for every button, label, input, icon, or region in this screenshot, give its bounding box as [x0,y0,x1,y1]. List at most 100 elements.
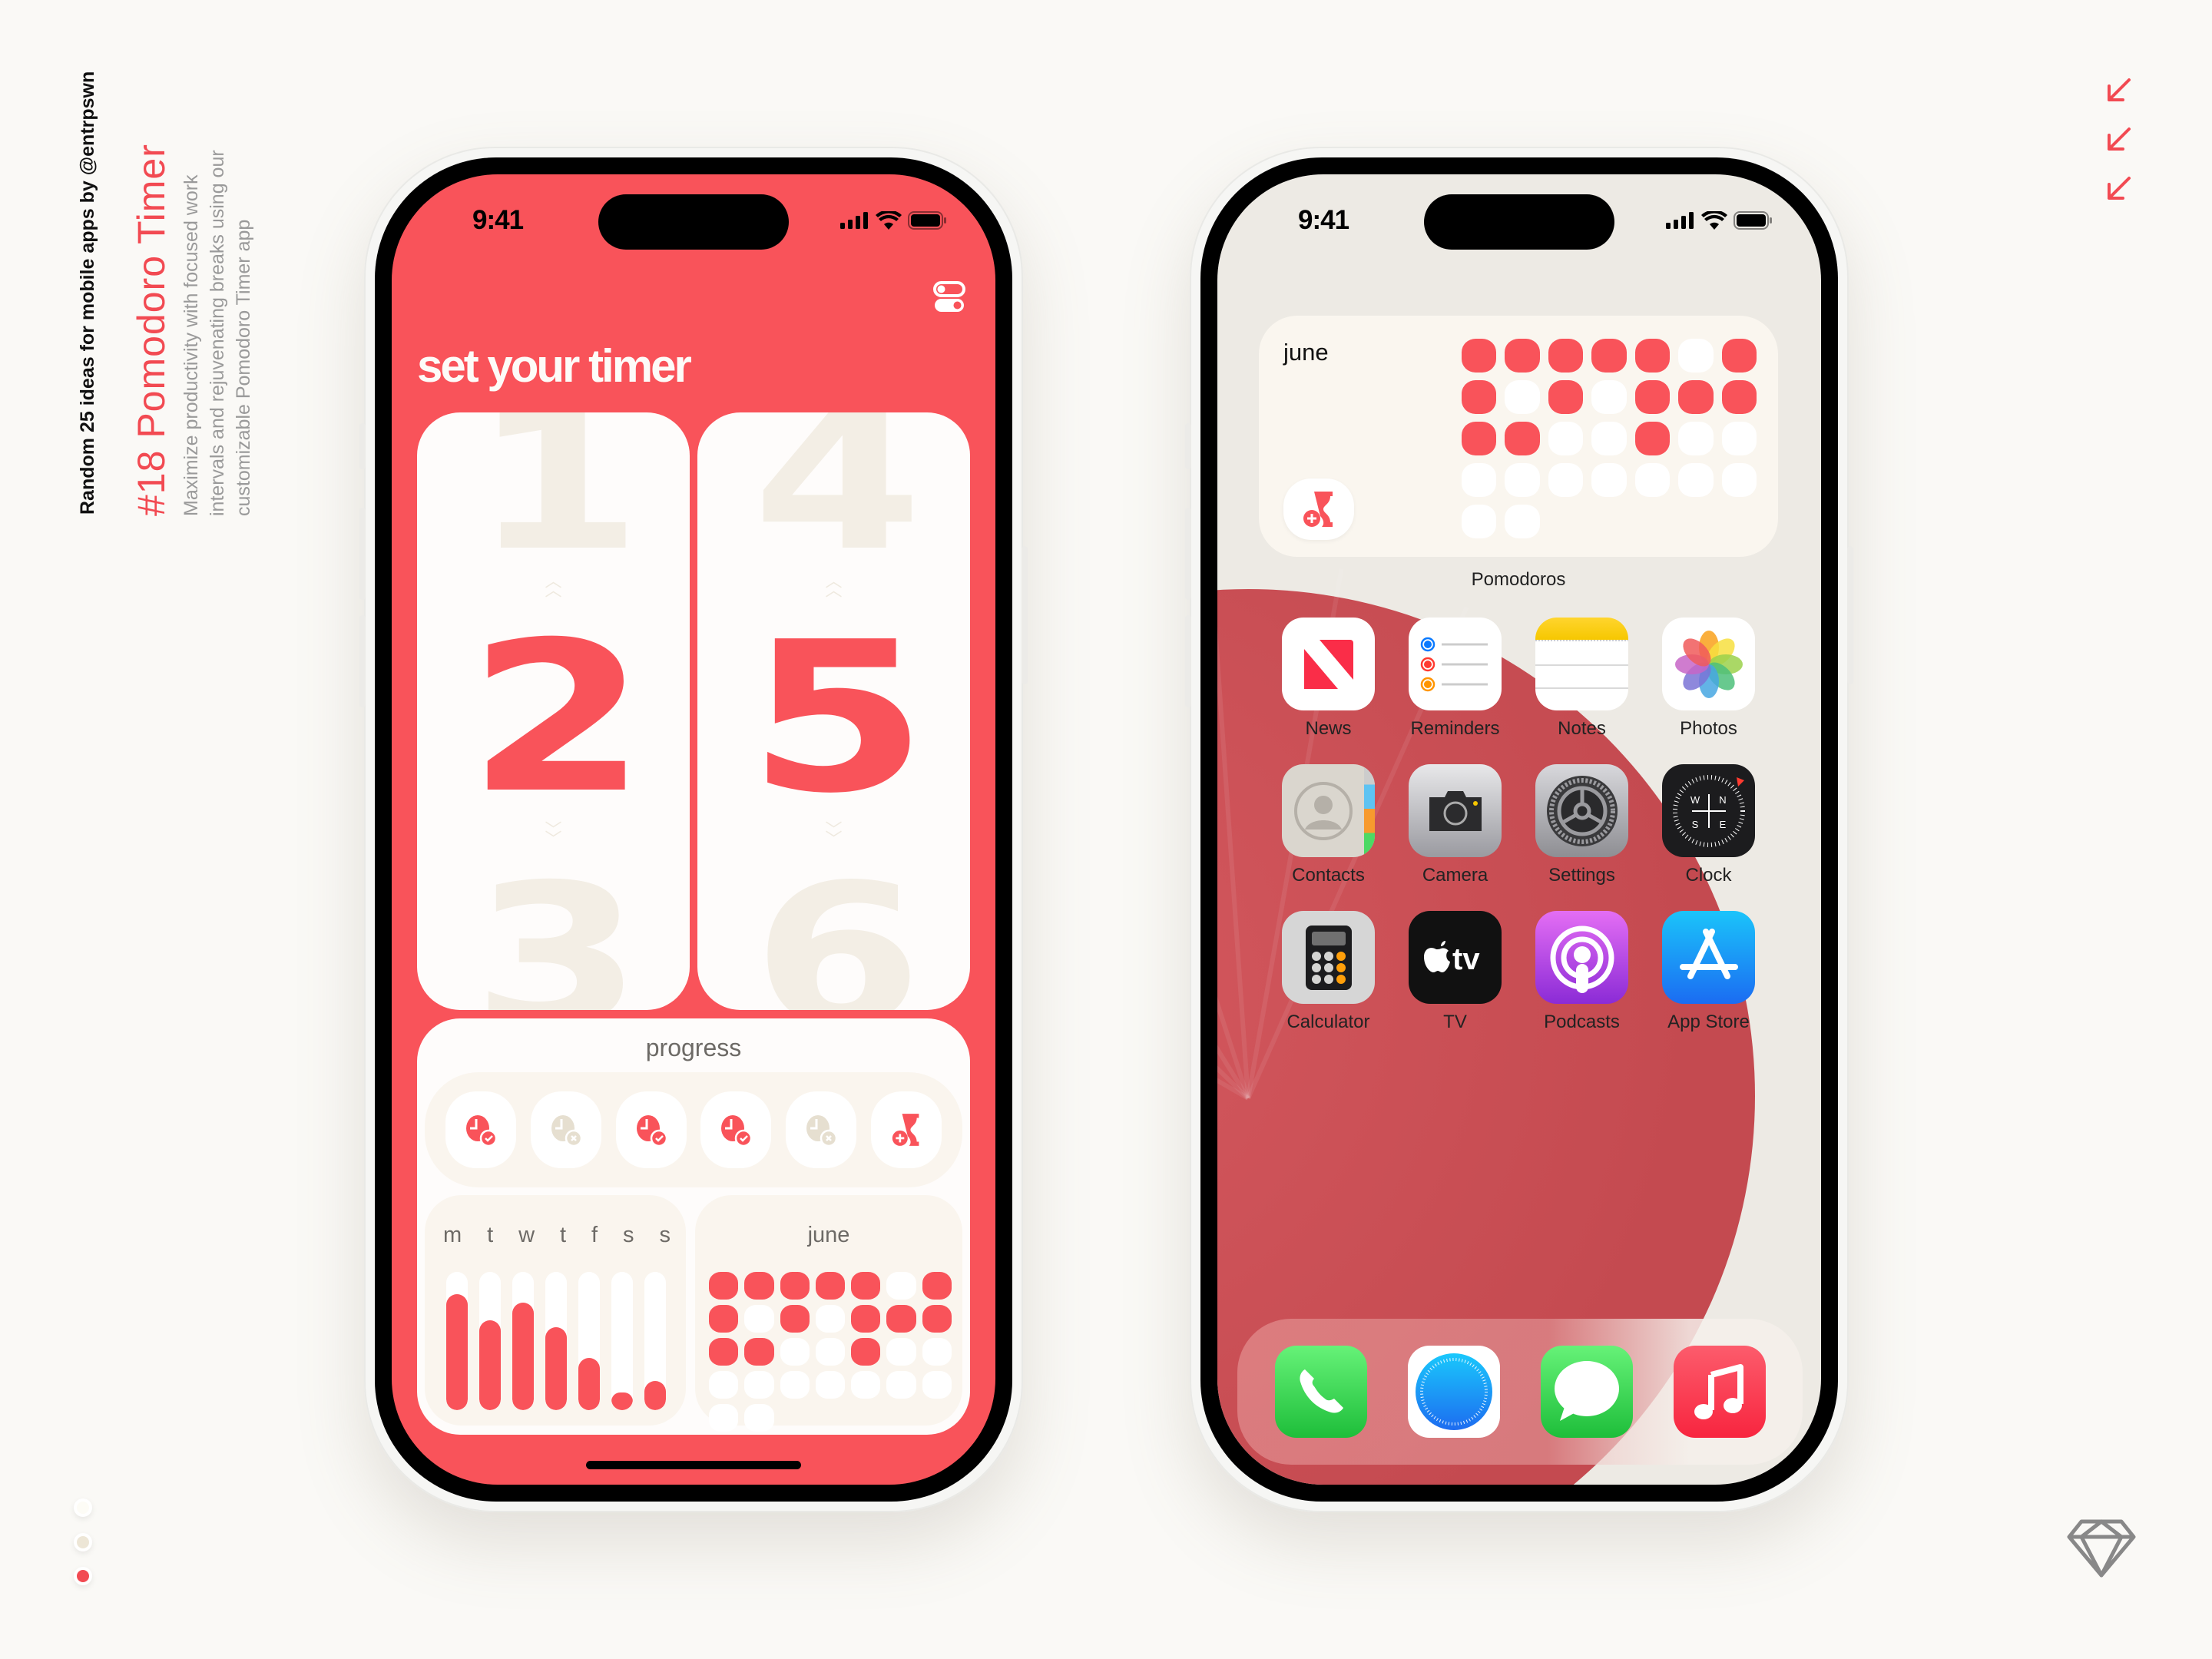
session-skipped[interactable] [785,1091,856,1168]
session-completed[interactable] [700,1091,772,1168]
session-skipped[interactable] [530,1091,601,1168]
calendar-day-25[interactable] [815,1371,846,1399]
app-notes[interactable]: Notes [1518,618,1645,740]
session-add[interactable] [870,1091,942,1168]
picker-prev-value[interactable]: 4 [697,412,970,594]
calendar-day-4[interactable] [815,1272,846,1300]
clock-icon[interactable]: W N S E [1662,764,1755,857]
app-calculator[interactable]: Calculator [1265,911,1392,1033]
calendar-day-3[interactable] [780,1272,810,1300]
tv-icon[interactable]: tv [1409,911,1502,1004]
calendar-day-24[interactable] [1548,463,1584,497]
calendar-day-16[interactable] [1505,422,1540,455]
reminders-icon[interactable] [1409,618,1502,710]
calendar-day-22[interactable] [709,1371,739,1399]
calendar-day-23[interactable] [1505,463,1540,497]
phone-icon[interactable] [1274,1346,1367,1438]
calendar-day-13[interactable] [1678,380,1714,414]
calendar-day-27[interactable] [886,1371,916,1399]
home-indicator[interactable] [586,1461,801,1469]
calendar-day-2[interactable] [744,1272,774,1300]
minutes-tens-picker[interactable]: 1 ︿ ︿ 2 ﹀ ﹀ 3 [417,412,690,1010]
calendar-day-22[interactable] [1462,463,1497,497]
calendar-day-17[interactable] [1548,422,1584,455]
calendar-day-19[interactable] [851,1338,881,1366]
calendar-day-13[interactable] [886,1305,916,1333]
app-reminders[interactable]: Reminders [1392,618,1518,740]
app-news[interactable]: News [1265,618,1392,740]
calendar-day-15[interactable] [1462,422,1497,455]
app-tv[interactable]: tv TV [1392,911,1518,1033]
calendar-day-11[interactable] [1591,380,1627,414]
calendar-day-25[interactable] [1591,463,1627,497]
calendar-day-20[interactable] [1678,422,1714,455]
picker-prev-value[interactable]: 1 [417,412,690,594]
calendar-day-5[interactable] [851,1272,881,1300]
calendar-day-8[interactable] [1462,380,1497,414]
calendar-day-2[interactable] [1505,339,1540,373]
calendar-day-29[interactable] [709,1404,739,1432]
calendar-day-7[interactable] [1721,339,1757,373]
pomodoros-widget[interactable]: june [1259,316,1778,557]
calendar-day-9[interactable] [744,1305,774,1333]
calendar-day-9[interactable] [1505,380,1540,414]
contacts-icon[interactable] [1282,764,1375,857]
calendar-day-12[interactable] [851,1305,881,1333]
calendar-day-5[interactable] [1634,339,1671,373]
calendar-day-14[interactable] [922,1305,952,1333]
calendar-day-6[interactable] [886,1272,916,1300]
add-pomodoro-button[interactable] [1283,478,1354,540]
safari-icon[interactable] [1407,1346,1500,1438]
calendar-day-14[interactable] [1721,380,1757,414]
calendar-day-3[interactable] [1548,339,1584,373]
calendar-day-18[interactable] [815,1338,846,1366]
app-app-store[interactable]: App Store [1645,911,1772,1033]
calendar-day-26[interactable] [851,1371,881,1399]
messages-icon[interactable] [1540,1346,1633,1438]
calendar-day-11[interactable] [815,1305,846,1333]
calendar-day-28[interactable] [922,1371,952,1399]
calendar-day-17[interactable] [780,1338,810,1366]
calculator-icon[interactable] [1282,911,1375,1004]
calendar-day-27[interactable] [1678,463,1714,497]
calendar-day-6[interactable] [1678,339,1714,373]
app-clock[interactable]: W N S E Clock [1645,764,1772,886]
calendar-day-4[interactable] [1591,339,1627,373]
calendar-day-12[interactable] [1634,380,1671,414]
photos-icon[interactable] [1662,618,1755,710]
toggle-icon[interactable] [932,280,966,314]
calendar-day-1[interactable] [709,1272,739,1300]
calendar-day-15[interactable] [709,1338,739,1366]
app-podcasts[interactable]: Podcasts [1518,911,1645,1033]
calendar-day-21[interactable] [1721,422,1757,455]
calendar-day-8[interactable] [709,1305,739,1333]
session-completed[interactable] [445,1091,517,1168]
settings-icon[interactable] [1535,764,1628,857]
app-settings[interactable]: Settings [1518,764,1645,886]
calendar-day-26[interactable] [1634,463,1671,497]
calendar-day-10[interactable] [1548,380,1584,414]
app-photos[interactable]: Photos [1645,618,1772,740]
calendar-day-19[interactable] [1634,422,1671,455]
app-store-icon[interactable] [1662,911,1755,1004]
calendar-day-29[interactable] [1462,505,1497,538]
app-camera[interactable]: Camera [1392,764,1518,886]
calendar-day-23[interactable] [744,1371,774,1399]
camera-icon[interactable] [1409,764,1502,857]
app-contacts[interactable]: Contacts [1265,764,1392,886]
picker-next-value[interactable]: 3 [417,843,690,1010]
calendar-day-24[interactable] [780,1371,810,1399]
music-icon[interactable] [1673,1346,1766,1438]
calendar-day-1[interactable] [1462,339,1497,373]
notes-icon[interactable] [1535,618,1628,710]
session-completed[interactable] [615,1091,687,1168]
calendar-day-20[interactable] [886,1338,916,1366]
news-icon[interactable] [1282,618,1375,710]
calendar-day-30[interactable] [744,1404,774,1432]
calendar-day-10[interactable] [780,1305,810,1333]
podcasts-icon[interactable] [1535,911,1628,1004]
calendar-day-30[interactable] [1505,505,1540,538]
calendar-day-18[interactable] [1591,422,1627,455]
calendar-day-21[interactable] [922,1338,952,1366]
minutes-ones-picker[interactable]: 4 ︿ ︿ 5 ﹀ ﹀ 6 [697,412,970,1010]
